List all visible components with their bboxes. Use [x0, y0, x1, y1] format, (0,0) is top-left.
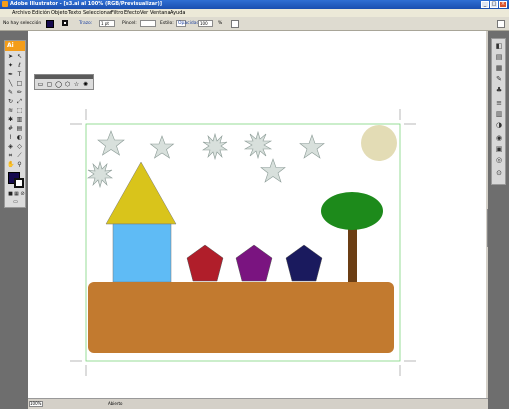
navigator-panel-icon[interactable]: ⊙	[495, 169, 503, 177]
appearance-panel-icon[interactable]: ◉	[495, 134, 503, 142]
floating-shape-panel: ▭ ▢ ◯ ⬡ ☆ ✺	[34, 74, 94, 90]
pentagon-purple[interactable]	[235, 244, 273, 282]
gradient-panel-icon[interactable]: ▥	[495, 110, 503, 118]
swatches-panel-icon[interactable]: ▦	[495, 64, 503, 72]
status-text[interactable]: Abierto	[108, 401, 123, 406]
star-shape[interactable]	[97, 130, 125, 156]
transparency-panel-icon[interactable]: ◑	[495, 121, 503, 129]
symbols-panel-icon[interactable]: ♣	[495, 86, 503, 94]
status-bar: 100% Abierto	[28, 398, 488, 409]
starburst-shape[interactable]	[87, 160, 113, 189]
pentagon-navy[interactable]	[285, 244, 323, 282]
pentagon-red[interactable]	[186, 244, 224, 282]
house-wall[interactable]	[112, 223, 172, 283]
star-shape[interactable]	[299, 134, 325, 159]
rounded-rectangle-shape-icon[interactable]: ▢	[46, 81, 53, 88]
star-shape[interactable]	[260, 158, 286, 183]
house-roof[interactable]	[105, 161, 177, 225]
sun[interactable]	[361, 125, 397, 161]
floating-panel-header[interactable]	[35, 75, 93, 79]
rectangle-shape-icon[interactable]: ▭	[37, 81, 44, 88]
ellipse-shape-icon[interactable]: ◯	[55, 81, 62, 88]
starburst-shape[interactable]	[243, 130, 273, 160]
color-guide-icon[interactable]: ▤	[495, 53, 503, 61]
brushes-panel-icon[interactable]: ✎	[495, 75, 503, 83]
color-panel-icon[interactable]: ◧	[495, 42, 503, 50]
flare-shape-icon[interactable]: ✺	[82, 81, 89, 88]
artwork	[70, 109, 416, 376]
tree-top[interactable]	[321, 192, 383, 230]
starburst-shape[interactable]	[202, 132, 228, 161]
stroke-panel-icon[interactable]: ≡	[495, 99, 503, 107]
tree-trunk[interactable]	[348, 225, 357, 283]
right-panel-icons: ◧ ▤ ▦ ✎ ♣ ≡ ▥ ◑ ◉ ▣ ◎ ⊙	[491, 38, 506, 185]
ground[interactable]	[88, 282, 394, 353]
layers-panel-icon[interactable]: ◎	[495, 156, 503, 164]
polygon-shape-icon[interactable]: ⬡	[64, 81, 71, 88]
graphic-styles-panel-icon[interactable]: ▣	[495, 145, 503, 153]
star-shape[interactable]	[149, 135, 175, 159]
star-shape-icon[interactable]: ☆	[73, 81, 80, 88]
zoom-field[interactable]: 100%	[29, 401, 43, 407]
